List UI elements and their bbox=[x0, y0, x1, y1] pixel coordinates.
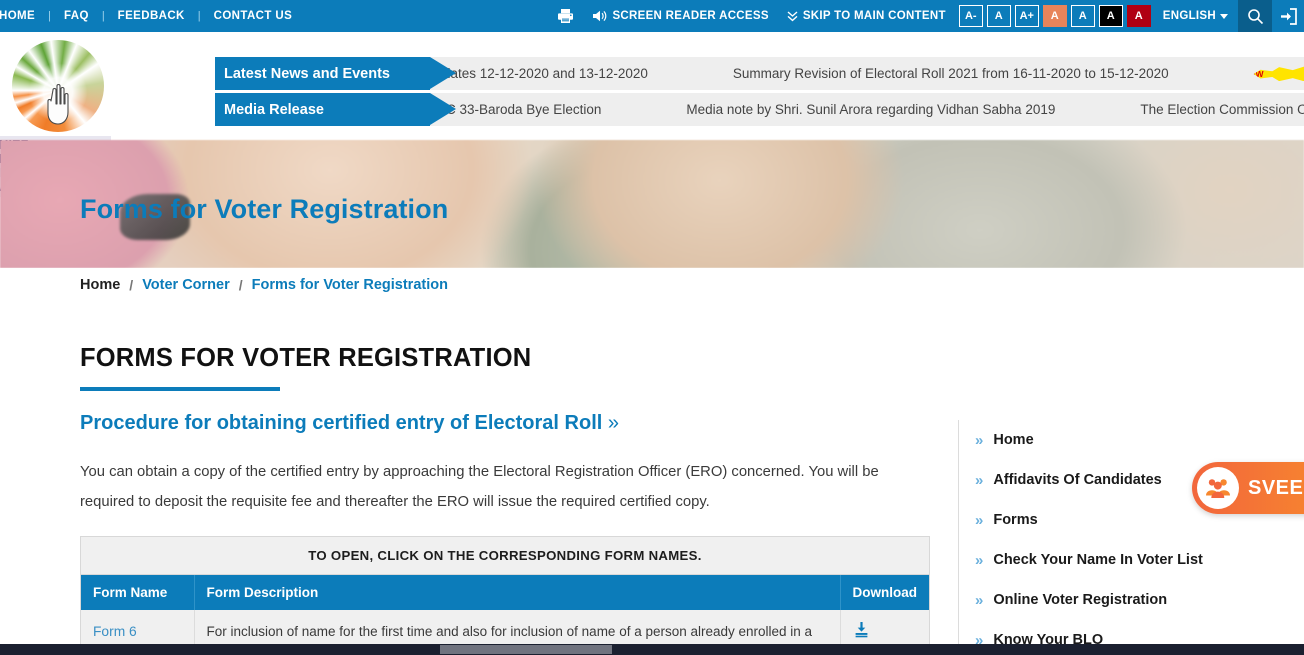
font-size-controls: A- A A+ A A A A bbox=[958, 5, 1151, 27]
breadcrumb-separator: / bbox=[129, 277, 134, 293]
download-icon bbox=[855, 621, 867, 637]
sidebar-item-label: Forms bbox=[993, 512, 1038, 528]
chevron-right-icon: » bbox=[975, 511, 984, 529]
forms-table: Form Name Form Description Download Form… bbox=[81, 574, 929, 655]
caret-down-icon bbox=[1220, 13, 1228, 19]
forms-table-header-row: Form Name Form Description Download bbox=[81, 574, 929, 610]
breadcrumb: Home / Voter Corner / Forms for Voter Re… bbox=[0, 268, 1304, 302]
top-link-feedback[interactable]: FEEDBACK bbox=[105, 10, 198, 22]
skip-to-main-content-label: SKIP TO MAIN CONTENT bbox=[802, 10, 946, 22]
sveep-label: SVEEP bbox=[1248, 476, 1304, 499]
sidebar-item-label: Affidavits Of Candidates bbox=[993, 472, 1162, 488]
sidebar-item-home[interactable]: » Home bbox=[975, 420, 1304, 460]
page-root: HOME | FAQ | FEEDBACK | CONTACT US SCREE… bbox=[0, 0, 1304, 655]
chevron-right-icon: » bbox=[975, 471, 984, 489]
breadcrumb-item-home[interactable]: Home bbox=[80, 277, 120, 293]
sidebar-item-check-your-name-in-voter-list[interactable]: » Check Your Name In Voter List bbox=[975, 540, 1304, 580]
theme-red-button[interactable]: A bbox=[1126, 5, 1151, 27]
section-paragraph: You can obtain a copy of the certified e… bbox=[80, 464, 879, 511]
breadcrumb-item-voter-corner[interactable]: Voter Corner bbox=[142, 277, 230, 293]
sidebar-item-online-voter-registration[interactable]: » Online Voter Registration bbox=[975, 580, 1304, 620]
top-link-faq[interactable]: FAQ bbox=[51, 10, 102, 22]
sidebar-item-label: Home bbox=[993, 432, 1034, 448]
sidebar-item-label: Online Voter Registration bbox=[993, 592, 1168, 608]
forms-table-note: TO OPEN, CLICK ON THE CORRESPONDING FORM… bbox=[81, 536, 929, 575]
section-heading-link[interactable]: Procedure for obtaining certified entry … bbox=[80, 412, 930, 435]
login-arrow-icon bbox=[1280, 7, 1297, 25]
column-header-download: Download bbox=[840, 574, 929, 610]
ticker-item[interactable]: Media note by Shri. Sunil Arora regardin… bbox=[686, 102, 1140, 117]
top-link-contact-us[interactable]: CONTACT US bbox=[201, 10, 306, 22]
download-button[interactable] bbox=[853, 621, 870, 641]
ticker-media-release: AC 33-Baroda Bye Election Media note by … bbox=[215, 93, 1304, 126]
top-quick-links: HOME | FAQ | FEEDBACK | CONTACT US bbox=[0, 0, 305, 32]
chevron-right-icon: » bbox=[975, 591, 984, 609]
top-link-home[interactable]: HOME bbox=[0, 10, 48, 22]
search-icon bbox=[1247, 8, 1263, 24]
ticker-item[interactable]: The Election Commission Of bbox=[1140, 102, 1304, 117]
ticker-label-media-release[interactable]: Media Release bbox=[215, 93, 430, 126]
theme-black-button[interactable]: A bbox=[1098, 5, 1123, 27]
breadcrumb-item-current: Forms for Voter Registration bbox=[251, 277, 448, 293]
screen-reader-access-label: SCREEN READER ACCESS bbox=[612, 10, 769, 22]
sveep-icon-circle bbox=[1197, 467, 1239, 509]
ticker-item[interactable]: AC 33-Baroda Bye Election bbox=[437, 102, 686, 117]
sveep-floating-button[interactable]: SVEEP bbox=[1192, 462, 1304, 514]
pointing-hand-icon bbox=[46, 84, 69, 125]
screen-reader-access-link[interactable]: SCREEN READER ACCESS bbox=[583, 9, 777, 23]
ticker-item[interactable]: Summary Revision of Electoral Roll 2021 … bbox=[733, 66, 1254, 81]
ticker-item-with-badge[interactable]: NEWDow bbox=[1253, 66, 1304, 82]
print-button[interactable] bbox=[548, 8, 583, 24]
form-name-link[interactable]: Form 6 bbox=[93, 624, 137, 639]
language-selector[interactable]: ENGLISH bbox=[1157, 10, 1238, 22]
ticker-label-arrow bbox=[430, 57, 456, 89]
theme-orange-button[interactable]: A bbox=[1042, 5, 1067, 27]
breadcrumb-separator: / bbox=[238, 277, 243, 293]
ticker-media-release-items[interactable]: AC 33-Baroda Bye Election Media note by … bbox=[437, 93, 1304, 126]
login-button[interactable] bbox=[1272, 0, 1304, 32]
printer-icon bbox=[558, 9, 574, 23]
news-tickers: dates 12-12-2020 and 13-12-2020 Summary … bbox=[215, 57, 1304, 129]
site-header: CHIEF ELECTORAL OFFICER, HARYANA dates 1… bbox=[0, 32, 1304, 197]
top-utility-bar: HOME | FAQ | FEEDBACK | CONTACT US SCREE… bbox=[0, 0, 1304, 32]
group-people-icon bbox=[1206, 479, 1230, 498]
font-size-increase-button[interactable]: A+ bbox=[1014, 5, 1039, 27]
theme-default-button[interactable]: A bbox=[1070, 5, 1095, 27]
haryana-ceo-emblem-icon bbox=[11, 40, 104, 132]
ticker-item[interactable]: dates 12-12-2020 and 13-12-2020 bbox=[443, 66, 733, 81]
language-label: ENGLISH bbox=[1162, 10, 1216, 22]
speaker-icon bbox=[593, 10, 607, 22]
ticker-label-arrow bbox=[430, 93, 456, 125]
page-title: FORMS FOR VOTER REGISTRATION bbox=[80, 344, 532, 372]
font-size-normal-button[interactable]: A bbox=[986, 5, 1011, 27]
sidebar-item-label: Check Your Name In Voter List bbox=[993, 552, 1203, 568]
column-header-form-description: Form Description bbox=[194, 574, 841, 610]
banner-title: Forms for Voter Registration bbox=[80, 194, 449, 224]
column-header-form-name: Form Name bbox=[81, 574, 195, 610]
right-sidebar-menu: » Home » Affidavits Of Candidates » Form… bbox=[958, 420, 1304, 655]
skip-to-main-content-link[interactable]: SKIP TO MAIN CONTENT bbox=[778, 10, 955, 22]
top-accessibility-tools: SCREEN READER ACCESS SKIP TO MAIN CONTEN… bbox=[548, 0, 1304, 32]
horizontal-scrollbar[interactable] bbox=[0, 644, 1304, 655]
search-button[interactable] bbox=[1238, 0, 1272, 32]
chevron-right-icon: » bbox=[975, 431, 984, 449]
new-badge: NEW bbox=[1253, 66, 1304, 82]
ticker-label-latest-news[interactable]: Latest News and Events bbox=[215, 57, 430, 90]
double-chevron-down-icon bbox=[787, 11, 798, 22]
section-heading-chevron: » bbox=[607, 412, 619, 434]
font-size-decrease-button[interactable]: A- bbox=[958, 5, 983, 27]
content-column: Procedure for obtaining certified entry … bbox=[80, 412, 930, 655]
ticker-latest-news: dates 12-12-2020 and 13-12-2020 Summary … bbox=[215, 57, 1304, 90]
title-underline bbox=[80, 387, 280, 391]
section-heading-text: Procedure for obtaining certified entry … bbox=[80, 412, 603, 434]
horizontal-scrollbar-thumb[interactable] bbox=[440, 645, 612, 654]
ticker-latest-news-items[interactable]: dates 12-12-2020 and 13-12-2020 Summary … bbox=[443, 57, 1304, 90]
chevron-right-icon: » bbox=[975, 551, 984, 569]
forms-table-wrapper: TO OPEN, CLICK ON THE CORRESPONDING FORM… bbox=[80, 535, 930, 655]
